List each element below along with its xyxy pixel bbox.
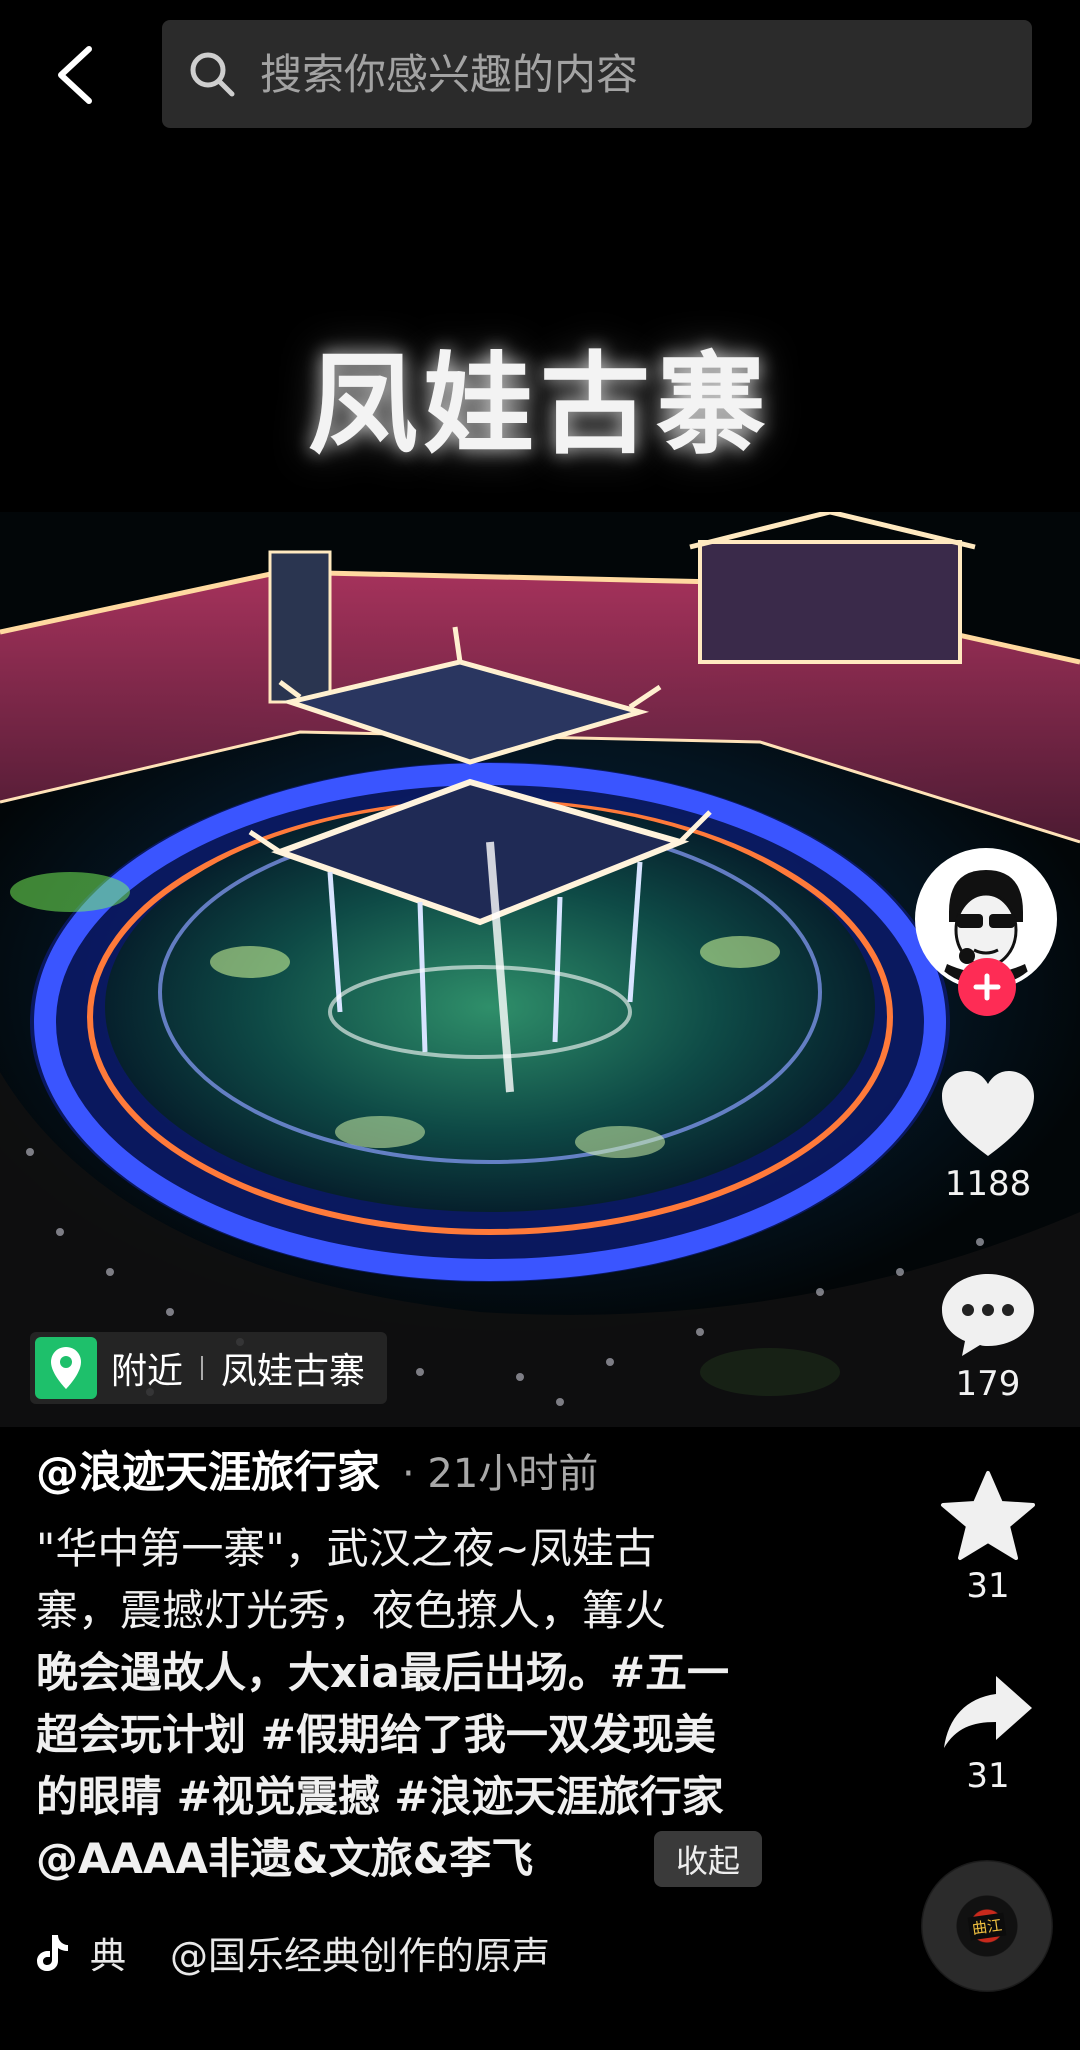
search-bar[interactable] [162,19,1032,129]
location-divider [201,1356,204,1380]
music-disc[interactable]: 曲江 [921,1860,1053,1992]
caption-line: 寨，震撼灯光秀，夜色撩人，篝火 [36,1586,667,1635]
back-button[interactable] [40,30,110,120]
comment-count: 179 [955,1364,1021,1404]
author-name[interactable]: @浪迹天涯旅行家 [36,1438,380,1500]
favorite-button[interactable]: 31 [925,1470,1051,1606]
post-time: · 21小时前 [402,1451,599,1497]
collapse-button[interactable]: 收起 [654,1831,762,1887]
location-tag[interactable]: 附近 凤娃古寨 [30,1332,388,1404]
share-button[interactable]: 31 [925,1672,1051,1796]
caption-line: 的眼睛 #视觉震撼 #浪迹天涯旅行家 [36,1772,724,1821]
video-player[interactable] [0,512,1080,1427]
search-input[interactable] [258,19,1032,129]
comment-bubble-icon [925,1268,1051,1360]
caption-line: 晚会遇故人，大xia最后出场。#五一 [36,1648,730,1697]
music-row[interactable]: 典 @国乐经典创作的原声 [36,1925,550,1980]
caption-line: "华中第一寨"，武汉之夜~凤娃古 [36,1524,656,1573]
location-pin-icon [35,1337,97,1399]
follow-plus-button[interactable] [958,958,1016,1016]
music-title[interactable]: @国乐经典创作的原声 [170,1925,550,1980]
music-tag: 典 [90,1935,127,1977]
like-button[interactable]: 1188 [925,1068,1051,1204]
search-icon [184,46,240,102]
music-note-icon [36,1929,76,1977]
share-arrow-icon [925,1672,1051,1752]
caption-line: 超会玩计划 #假期给了我一双发现美 [36,1710,716,1759]
favorite-count: 31 [966,1566,1010,1606]
heart-icon [925,1068,1051,1160]
plus-icon [973,973,1001,1001]
star-icon [925,1470,1051,1562]
location-label: 附近 [111,1351,184,1392]
share-count: 31 [966,1756,1010,1796]
comment-button[interactable]: 179 [925,1268,1051,1404]
video-scene-illustration [0,512,1080,1427]
video-title-overlay: 凤娃古寨 [308,340,772,469]
location-place: 凤娃古寨 [221,1351,366,1392]
chevron-left-icon [58,46,92,104]
disc-label: 曲江 [967,1912,1007,1940]
like-count: 1188 [944,1164,1032,1204]
author-row: @浪迹天涯旅行家 · 21小时前 [36,1438,598,1500]
